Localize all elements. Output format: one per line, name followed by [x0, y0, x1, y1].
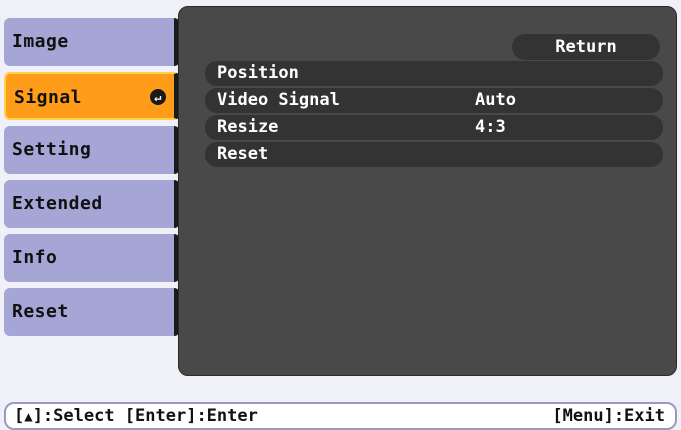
- submenu-item-label: Reset: [217, 144, 269, 164]
- submenu-item-value: Auto: [475, 90, 516, 110]
- up-down-arrow-icon: ▲︎: [24, 409, 33, 425]
- submenu-item-value: 4:3: [475, 117, 506, 137]
- menu-item-setting[interactable]: Setting: [4, 126, 180, 174]
- footer-help-left: [▲︎]:Select [Enter]:Enter: [14, 404, 258, 429]
- submenu-item-label: Video Signal: [217, 90, 340, 110]
- menu-item-label: Signal: [14, 87, 83, 108]
- signal-submenu-panel: Return Position Video Signal Auto Resize…: [178, 6, 677, 376]
- menu-item-image[interactable]: Image: [4, 18, 180, 66]
- menu-item-extended[interactable]: Extended: [4, 180, 180, 228]
- return-button[interactable]: Return: [512, 34, 660, 60]
- enter-icon: ↵: [150, 89, 166, 105]
- menu-item-label: Info: [12, 247, 58, 268]
- menu-item-label: Image: [12, 31, 69, 52]
- footer-help-text: ]:Select [Enter]:Enter: [32, 406, 258, 426]
- submenu-item-position[interactable]: Position: [205, 61, 663, 86]
- submenu-item-reset[interactable]: Reset: [205, 142, 663, 167]
- submenu-item-label: Resize: [217, 117, 279, 137]
- menu-item-label: Extended: [12, 193, 103, 214]
- menu-item-label: Setting: [12, 139, 92, 160]
- submenu-item-label: Position: [217, 63, 299, 83]
- submenu-item-resize[interactable]: Resize 4:3: [205, 115, 663, 140]
- menu-item-label: Reset: [12, 301, 69, 322]
- projector-menu-screen: Image Signal ↵ Setting Extended Info Res…: [0, 0, 681, 430]
- bracket-open: [: [14, 406, 25, 426]
- submenu-item-video-signal[interactable]: Video Signal Auto: [205, 88, 663, 113]
- footer-help-bar: [▲︎]:Select [Enter]:Enter [Menu]:Exit: [4, 402, 677, 430]
- footer-exit-hint: [Menu]:Exit: [552, 406, 665, 426]
- menu-item-reset[interactable]: Reset: [4, 288, 180, 336]
- menu-item-signal[interactable]: Signal ↵: [4, 72, 180, 120]
- menu-item-info[interactable]: Info: [4, 234, 180, 282]
